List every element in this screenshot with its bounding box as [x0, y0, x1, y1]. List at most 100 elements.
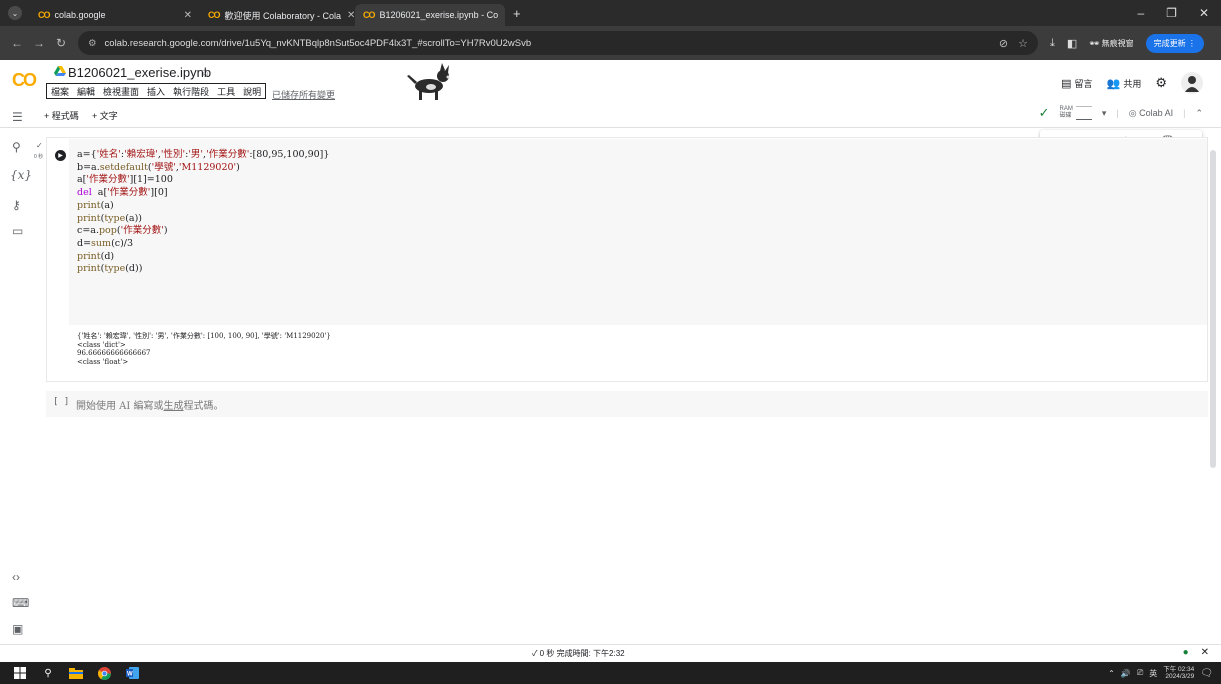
maximize-button[interactable]: ❐ — [1166, 6, 1177, 20]
terminal-icon[interactable]: ▣ — [12, 622, 23, 636]
variables-icon[interactable]: {x} — [10, 168, 32, 182]
volume-icon[interactable]: 🔊 — [1121, 669, 1131, 678]
code-cell[interactable]: ▶ a={'姓名':'賴宏瑋','性別':'男','作業分數':[80,95,1… — [46, 137, 1208, 382]
generate-link[interactable]: 生成 — [164, 401, 184, 412]
taskbar-search-icon[interactable]: ⚲ — [40, 666, 56, 680]
side-panel-icon[interactable]: ◧ — [1067, 37, 1077, 50]
tab-label: B1206021_exerise.ipynb - Co — [379, 10, 499, 20]
menu-file[interactable]: 檔案 — [51, 85, 69, 98]
code-line: print(type(a)) — [77, 212, 143, 224]
tray-chevron-up-icon[interactable]: ⌃ — [1108, 669, 1115, 678]
chrome-icon[interactable] — [96, 666, 112, 680]
notebook-title[interactable]: B1206021_exerise.ipynb — [68, 65, 211, 80]
execution-status[interactable]: ✓ 0 秒 完成時間: 下午2:32 — [532, 648, 625, 659]
code-line: a['作業分數'][1]=100 — [77, 174, 173, 186]
cell-run-bracket[interactable]: [ ] — [53, 397, 69, 407]
windows-start-icon[interactable] — [12, 666, 28, 680]
window-controls: – ❐ ✕ — [1137, 6, 1221, 20]
colab-ai-icon: ◎ — [1128, 107, 1140, 118]
back-icon[interactable]: ← — [6, 36, 28, 50]
word-icon[interactable]: W — [124, 666, 140, 680]
browser-tab-strip: ⌄ CO colab.google ✕ CO 歡迎使用 Colaboratory… — [0, 0, 1221, 26]
notification-icon[interactable]: 🗨 — [1200, 668, 1213, 679]
secrets-key-icon[interactable]: ⚷ — [12, 198, 21, 212]
table-of-contents-icon[interactable]: ☰ — [12, 110, 23, 124]
notebook-scrollbar[interactable] — [1210, 150, 1216, 468]
collapse-header-icon[interactable]: ⌃ — [1195, 108, 1203, 119]
code-line: print(d) — [77, 250, 115, 262]
forward-icon[interactable]: → — [28, 36, 50, 50]
minimize-button[interactable]: – — [1137, 6, 1144, 20]
download-icon[interactable]: ⤓ — [1050, 37, 1055, 50]
settings-gear-icon[interactable]: ⚙ — [1155, 75, 1167, 91]
code-snippets-icon[interactable]: ‹› — [12, 570, 20, 584]
colab-ai-label: Colab AI — [1139, 107, 1174, 118]
ram-disk-indicator[interactable]: RAM 磁碟 — [1060, 106, 1092, 120]
colab-ai-button[interactable]: ◎ Colab AI — [1129, 108, 1173, 119]
output-line: <class 'float'> — [77, 357, 129, 366]
add-code-cell-button[interactable]: + 程式碼 — [44, 109, 79, 122]
menu-help[interactable]: 說明 — [243, 85, 261, 98]
menu-insert[interactable]: 插入 — [147, 85, 165, 98]
reload-icon[interactable]: ↻ — [50, 36, 72, 50]
comment-button[interactable]: ▤ 留言 — [1061, 77, 1092, 90]
site-info-icon[interactable]: ⚙ — [88, 38, 97, 49]
share-button[interactable]: 👥 共用 — [1107, 77, 1142, 90]
user-avatar[interactable] — [1181, 72, 1203, 94]
browser-tab-welcome[interactable]: CO 歡迎使用 Colaboratory - Cola ✕ — [200, 4, 355, 26]
status-bar: ✓ 0 秒 完成時間: 下午2:32 ● ✕ — [0, 644, 1221, 662]
share-label: 共用 — [1123, 78, 1142, 89]
search-icon[interactable]: ⚲ — [12, 140, 21, 154]
update-button[interactable]: 完成更新 ⋮ — [1145, 33, 1204, 53]
hint-prefix: 開始使用 AI 編寫或 — [76, 401, 164, 412]
tab-close-icon[interactable]: ✕ — [498, 10, 505, 21]
code-line: b=a.setdefault('學號','M1129020') — [77, 161, 240, 173]
colab-logo[interactable]: CO — [12, 70, 37, 91]
tab-close-icon[interactable]: ✕ — [178, 10, 192, 21]
runtime-dropdown-icon[interactable]: ▾ — [1102, 108, 1107, 119]
play-icon: ▶ — [58, 153, 63, 159]
ram-usage-bar — [1075, 106, 1092, 120]
menu-runtime[interactable]: 執行階段 — [173, 85, 209, 98]
star-icon[interactable]: ☆ — [200, 65, 211, 79]
execution-time: 0 秒 — [34, 154, 44, 160]
browser-tab-notebook[interactable]: CO B1206021_exerise.ipynb - Co ✕ — [355, 4, 505, 26]
code-line: c=a.pop('作業分數') — [77, 225, 168, 237]
command-palette-icon[interactable]: ⌨ — [12, 596, 29, 610]
taskbar-clock[interactable]: 下午 02:34 2024/3/29 — [1163, 666, 1194, 681]
code-line: del a['作業分數'][0] — [77, 187, 168, 199]
runtime-resources: ✓ RAM 磁碟 ▾ | ◎ Colab AI | ⌃ — [1039, 105, 1203, 121]
incognito-indicator[interactable]: 🕶 無痕視窗 — [1089, 38, 1133, 49]
files-folder-icon[interactable]: ▭ — [12, 224, 23, 238]
code-editor[interactable]: a={'姓名':'賴宏瑋','性別':'男','作業分數':[80,95,100… — [69, 139, 1207, 325]
browser-tab-colab-google[interactable]: CO colab.google ✕ — [30, 4, 200, 26]
tab-close-icon[interactable]: ✕ — [341, 10, 355, 21]
bookmark-star-icon[interactable]: ☆ — [1018, 37, 1028, 50]
url-input[interactable]: ⚙ colab.research.google.com/drive/1u5Yq_… — [78, 31, 1038, 55]
colab-header: CO B1206021_exerise.ipynb ☆ 檔案 編輯 檢視畫面 插… — [0, 60, 1221, 104]
close-window-button[interactable]: ✕ — [1199, 6, 1209, 20]
colab-pet-dog-icon — [407, 63, 450, 100]
menu-view[interactable]: 檢視畫面 — [103, 85, 139, 98]
network-icon[interactable]: ⎚ — [1137, 668, 1143, 678]
close-status-icon[interactable]: ✕ — [1201, 647, 1209, 658]
system-tray: ⌃ 🔊 ⎚ 英 下午 02:34 2024/3/29 🗨 — [1108, 666, 1221, 681]
incognito-icon: 🕶 — [1089, 38, 1102, 48]
output-line: <class 'dict'> — [77, 340, 126, 349]
menu-edit[interactable]: 編輯 — [77, 85, 95, 98]
notebook-toolbar: ☰ + 程式碼 + 文字 ✓ RAM 磁碟 ▾ | ◎ Colab AI | ⌃ — [0, 104, 1221, 128]
save-status[interactable]: 已儲存所有變更 — [272, 88, 335, 101]
code-line: d=sum(c)/3 — [77, 237, 134, 249]
empty-code-cell[interactable]: [ ] 開始使用 AI 編寫或生成程式碼。 — [46, 391, 1208, 417]
new-tab-button[interactable]: + — [513, 6, 521, 21]
tab-search-button[interactable]: ⌄ — [8, 6, 22, 20]
colab-favicon-icon: CO — [38, 10, 50, 20]
add-text-cell-button[interactable]: + 文字 — [92, 109, 118, 122]
ime-indicator[interactable]: 英 — [1149, 668, 1157, 679]
file-explorer-icon[interactable] — [68, 666, 84, 680]
left-sidebar: ⚲ {x} ⚷ ▭ ‹› ⌨ ▣ — [0, 128, 38, 644]
menu-tools[interactable]: 工具 — [217, 85, 235, 98]
eye-off-icon[interactable]: ⊘ — [999, 37, 1008, 50]
toolbar-divider: | — [1183, 108, 1186, 118]
run-cell-button[interactable]: ▶ — [55, 150, 66, 161]
